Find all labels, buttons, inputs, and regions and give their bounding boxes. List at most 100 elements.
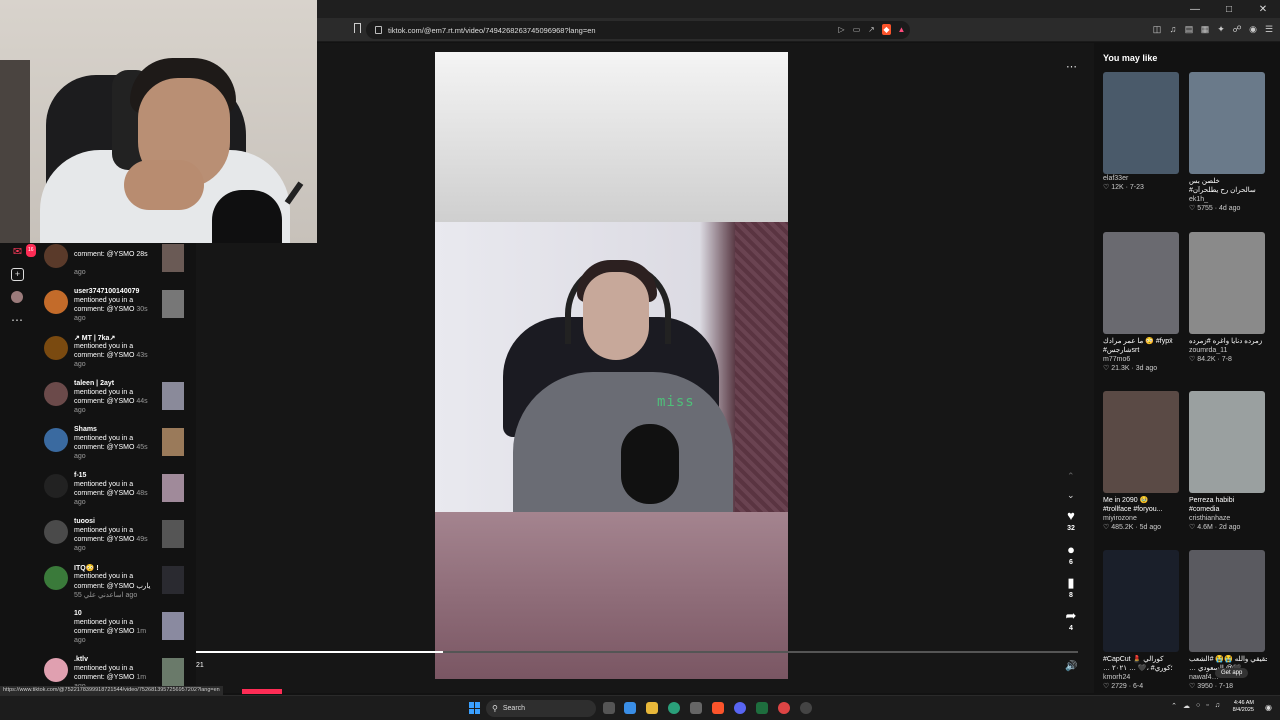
bookmark-icon[interactable] <box>354 23 361 33</box>
activity-item[interactable]: taleen | 2ayt mentioned you in a comment: … <box>38 376 190 422</box>
tray-chevron-icon[interactable]: ⌃ <box>1171 702 1177 710</box>
sidebar-icon[interactable]: ◫ <box>1152 22 1162 36</box>
activity-thumbnail[interactable] <box>162 566 184 594</box>
like-button[interactable]: ♥ 32 <box>1062 509 1080 533</box>
activity-thumbnail[interactable] <box>162 520 184 548</box>
activity-username[interactable]: ITQ😳 ! <box>74 564 99 572</box>
clock[interactable]: 4:46 AM 8/4/2025 <box>1233 700 1254 714</box>
get-app-button[interactable]: Get app <box>1215 668 1249 678</box>
recommended-author[interactable]: cristhianhaze <box>1189 514 1267 523</box>
avatar[interactable] <box>44 290 68 314</box>
activity-username[interactable]: tuoosi <box>74 518 95 525</box>
activity-item[interactable]: f-15 mentioned you in a comment: @YSMO 48s… <box>38 468 190 514</box>
activity-thumbnail[interactable] <box>162 290 184 318</box>
recommended-author[interactable]: zoumrda_11 <box>1189 346 1267 355</box>
comment-button[interactable]: ● 6 <box>1062 543 1080 567</box>
close-icon[interactable]: ✕ <box>1246 0 1280 18</box>
music-icon[interactable]: ♫ <box>1168 22 1178 36</box>
avatar[interactable] <box>44 336 68 360</box>
profile-icon[interactable] <box>11 291 23 303</box>
share-icon[interactable]: ↗ <box>867 24 876 35</box>
avatar[interactable] <box>44 520 68 544</box>
activity-username[interactable]: user3747100140079 <box>74 288 139 295</box>
activity-thumbnail[interactable] <box>162 382 184 410</box>
store-icon[interactable] <box>690 702 702 714</box>
recommended-video[interactable]: زمرده دنايا واغره #زمرده zoumrda_11 ♡ 84.2… <box>1189 232 1267 365</box>
file-explorer-icon[interactable] <box>646 702 658 714</box>
maximize-icon[interactable]: □ <box>1212 0 1246 18</box>
activity-username[interactable]: taleen | 2ayt <box>74 380 114 387</box>
activity-item[interactable]: comment: @YSMO 28s ago <box>38 238 190 284</box>
recommended-video[interactable]: ما عمر مرادك 😳 #fypẍ #شارجسsrt m77mo6 ♡ 21.… <box>1103 232 1181 374</box>
activity-thumbnail[interactable] <box>162 428 184 456</box>
avatar[interactable] <box>44 474 68 498</box>
obs-icon[interactable] <box>778 702 790 714</box>
activity-item[interactable]: Shams mentioned you in a comment: @YSMO 45… <box>38 422 190 468</box>
avatar[interactable] <box>44 658 68 682</box>
more-icon[interactable]: ⋯ <box>11 314 24 327</box>
task-view-icon[interactable] <box>603 702 615 714</box>
tray-cloud-icon[interactable]: ☁ <box>1183 702 1190 710</box>
avatar[interactable] <box>44 566 68 590</box>
recommended-thumbnail[interactable] <box>1189 391 1265 493</box>
activity-username[interactable]: ↗ MT | 7ka↗ <box>74 334 115 342</box>
menu-icon[interactable]: ☰ <box>1264 22 1274 36</box>
recommended-thumbnail[interactable] <box>1103 232 1179 334</box>
save-button[interactable]: ▮ 8 <box>1062 576 1080 600</box>
app-icon[interactable] <box>800 702 812 714</box>
cast-icon[interactable]: ▭ <box>852 24 861 35</box>
recommended-video[interactable]: Me in 2090 🥹 #trollface #foryou... miyiroz… <box>1103 391 1181 533</box>
activity-thumbnail[interactable] <box>162 612 184 640</box>
recommended-video[interactable]: elaf33er ♡ 12K · 7-23 <box>1103 72 1181 193</box>
activity-username[interactable]: f-15 <box>74 472 86 479</box>
next-video-icon[interactable]: ⌄ <box>1067 490 1075 501</box>
recommended-video[interactable]: خلصن بس #سالحران رح يطلحرآن ek1h_ ♡ 5755 · … <box>1189 72 1267 214</box>
panel-icon[interactable]: ▤ <box>1184 22 1194 36</box>
rewards-icon[interactable]: ▲ <box>897 24 906 35</box>
activity-thumbnail[interactable] <box>162 244 184 272</box>
extensions-icon[interactable]: ✦ <box>1216 22 1226 36</box>
shields-icon[interactable]: ◆ <box>882 24 891 35</box>
recommended-thumbnail[interactable] <box>1189 232 1265 334</box>
tray-volume-icon[interactable]: ♫ <box>1215 702 1220 710</box>
activity-thumbnail[interactable] <box>162 658 184 686</box>
address-bar[interactable]: tiktok.com/@em7.rt.mt/video/749426826374… <box>366 21 910 39</box>
tray-input-icon[interactable]: ○ <box>1196 702 1200 710</box>
activity-username[interactable]: 10 <box>74 610 82 617</box>
taskbar-search[interactable]: ⚲ Search <box>486 700 596 717</box>
vpn-icon[interactable]: ☍ <box>1232 22 1242 36</box>
recommended-thumbnail[interactable] <box>1189 550 1265 652</box>
more-options-icon[interactable]: ⋯ <box>1066 60 1078 73</box>
share-button[interactable]: ➦ 4 <box>1062 609 1080 633</box>
avatar[interactable] <box>44 428 68 452</box>
activity-item[interactable]: ITQ😳 ! mentioned you in a comment: @YSMO ي… <box>38 560 190 606</box>
recommended-author[interactable]: m77mo6 <box>1103 355 1181 364</box>
start-icon[interactable] <box>469 702 481 714</box>
activity-item[interactable]: user3747100140079 mentioned you in a comme… <box>38 284 190 330</box>
wallet-icon[interactable]: ◉ <box>1248 22 1258 36</box>
tray-wifi-icon[interactable]: ▫ <box>1206 702 1208 710</box>
activity-item[interactable]: ↗ MT | 7ka↗ mentioned you in a comment: @Y… <box>38 330 190 376</box>
recommended-thumbnail[interactable] <box>1189 72 1265 174</box>
inbox-icon[interactable]: ✉ 16 <box>11 244 36 259</box>
brave-icon[interactable] <box>712 702 724 714</box>
video-player[interactable]: miss <box>435 52 788 679</box>
activity-item[interactable]: 10 mentioned you in a comment: @YSMO 1m ago <box>38 606 190 652</box>
copilot-icon[interactable] <box>624 702 636 714</box>
recommended-author[interactable]: elaf33er <box>1103 174 1181 183</box>
recommended-author[interactable]: miyirozone <box>1103 514 1181 523</box>
notifications-icon[interactable]: ◉ <box>1265 703 1272 712</box>
activity-thumbnail[interactable] <box>162 474 184 502</box>
recommended-thumbnail[interactable] <box>1103 72 1179 174</box>
minimize-icon[interactable]: — <box>1178 0 1212 18</box>
edge-icon[interactable] <box>668 702 680 714</box>
avatar[interactable] <box>44 382 68 406</box>
recommended-author[interactable]: kmorh24 <box>1103 673 1181 682</box>
recommended-video[interactable]: Perreza habibi #comedia cristhianhaze ♡ 4.6… <box>1189 391 1267 533</box>
terminal-icon[interactable] <box>756 702 768 714</box>
discord-icon[interactable] <box>734 702 746 714</box>
recommended-video[interactable]: حقيقي والله 😭😭 #الشعب… السعودي @🖤nawaf4…… <box>1189 550 1267 692</box>
mute-icon[interactable]: ▷ <box>837 24 846 35</box>
recommended-video[interactable]: #CapCut 💄 كورالي … ؛كوري‫#‬ ،🖤 … ٢٠٢١ kmor… <box>1103 550 1181 692</box>
activity-username[interactable]: Shams <box>74 426 97 433</box>
